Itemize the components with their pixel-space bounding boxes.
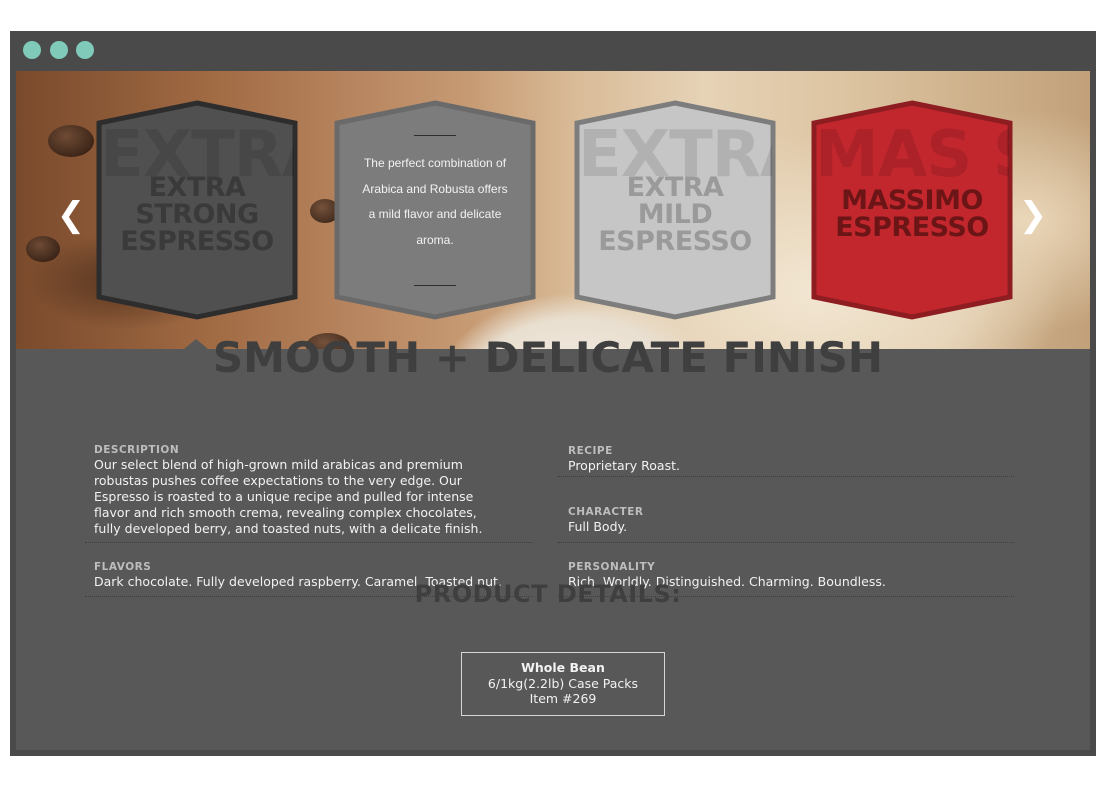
badge-label: EXTRA MILD ESPRESSO — [598, 172, 752, 257]
window-control-dot[interactable] — [76, 41, 94, 59]
divider-line — [414, 285, 456, 286]
character-label: CHARACTER — [568, 506, 644, 518]
badge-description-card[interactable]: The perfect combination of Arabica and R… — [332, 99, 538, 321]
description-line: flavor and rich smooth crema, revealing … — [94, 505, 477, 520]
product-details-box: Whole Bean 6/1kg(2.2lb) Case Packs Item … — [461, 652, 665, 716]
recipe-label: RECIPE — [568, 445, 613, 457]
personality-label: PERSONALITY — [568, 561, 656, 573]
product-name: Whole Bean — [521, 660, 605, 675]
page-content: ❮ ❯ EXTRA STRO EXTRA STRONG ESPRESSO — [16, 71, 1090, 750]
product-carousel: ❮ ❯ EXTRA STRO EXTRA STRONG ESPRESSO — [16, 71, 1090, 349]
carousel-next-arrow[interactable]: ❯ — [1016, 189, 1050, 241]
description-field: DESCRIPTION Our select blend of high-gro… — [85, 444, 533, 543]
coffee-bean-image — [48, 125, 94, 157]
character-value: Full Body. — [568, 519, 628, 534]
character-field: CHARACTER Full Body. — [558, 506, 1014, 543]
carousel-prev-arrow[interactable]: ❮ — [54, 189, 88, 241]
badge-extra-mild-espresso[interactable]: EXTRA MILD EXTRA MILD ESPRESSO — [572, 99, 778, 321]
badge-label: EXTRA STRONG ESPRESSO — [120, 172, 274, 257]
description-line: fully developed berry, and toasted nuts,… — [94, 521, 483, 536]
badge-description-text: The perfect combination of Arabica and R… — [362, 156, 508, 247]
window-control-dot[interactable] — [50, 41, 68, 59]
recipe-field: RECIPE Proprietary Roast. — [558, 445, 1014, 477]
browser-window: ❮ ❯ EXTRA STRO EXTRA STRONG ESPRESSO — [10, 31, 1096, 756]
window-control-dot[interactable] — [23, 41, 41, 59]
recipe-value: Proprietary Roast. — [568, 458, 680, 473]
divider-line — [414, 135, 456, 136]
description-line: Our select blend of high-grown mild arab… — [94, 457, 463, 472]
badge-massimo-espresso[interactable]: MAS SIMO MASSIMO ESPRESSO — [809, 99, 1015, 321]
description-line: robustas pushes coffee expectations to t… — [94, 473, 462, 488]
window-titlebar — [10, 31, 1096, 69]
badge-label: MASSIMO ESPRESSO — [835, 185, 989, 243]
flavors-label: FLAVORS — [94, 561, 152, 573]
product-packs: 6/1kg(2.2lb) Case Packs — [487, 675, 639, 691]
product-details-title: PRODUCT DETAILS: — [414, 580, 682, 608]
product-item-number: Item #269 — [529, 691, 597, 706]
description-line: Espresso is roasted to a unique recipe a… — [94, 489, 474, 504]
product-heading: SMOOTH + DELICATE FINISH — [212, 333, 884, 382]
description-label: DESCRIPTION — [94, 444, 180, 456]
badge-extra-strong-espresso[interactable]: EXTRA STRO EXTRA STRONG ESPRESSO — [94, 99, 300, 321]
